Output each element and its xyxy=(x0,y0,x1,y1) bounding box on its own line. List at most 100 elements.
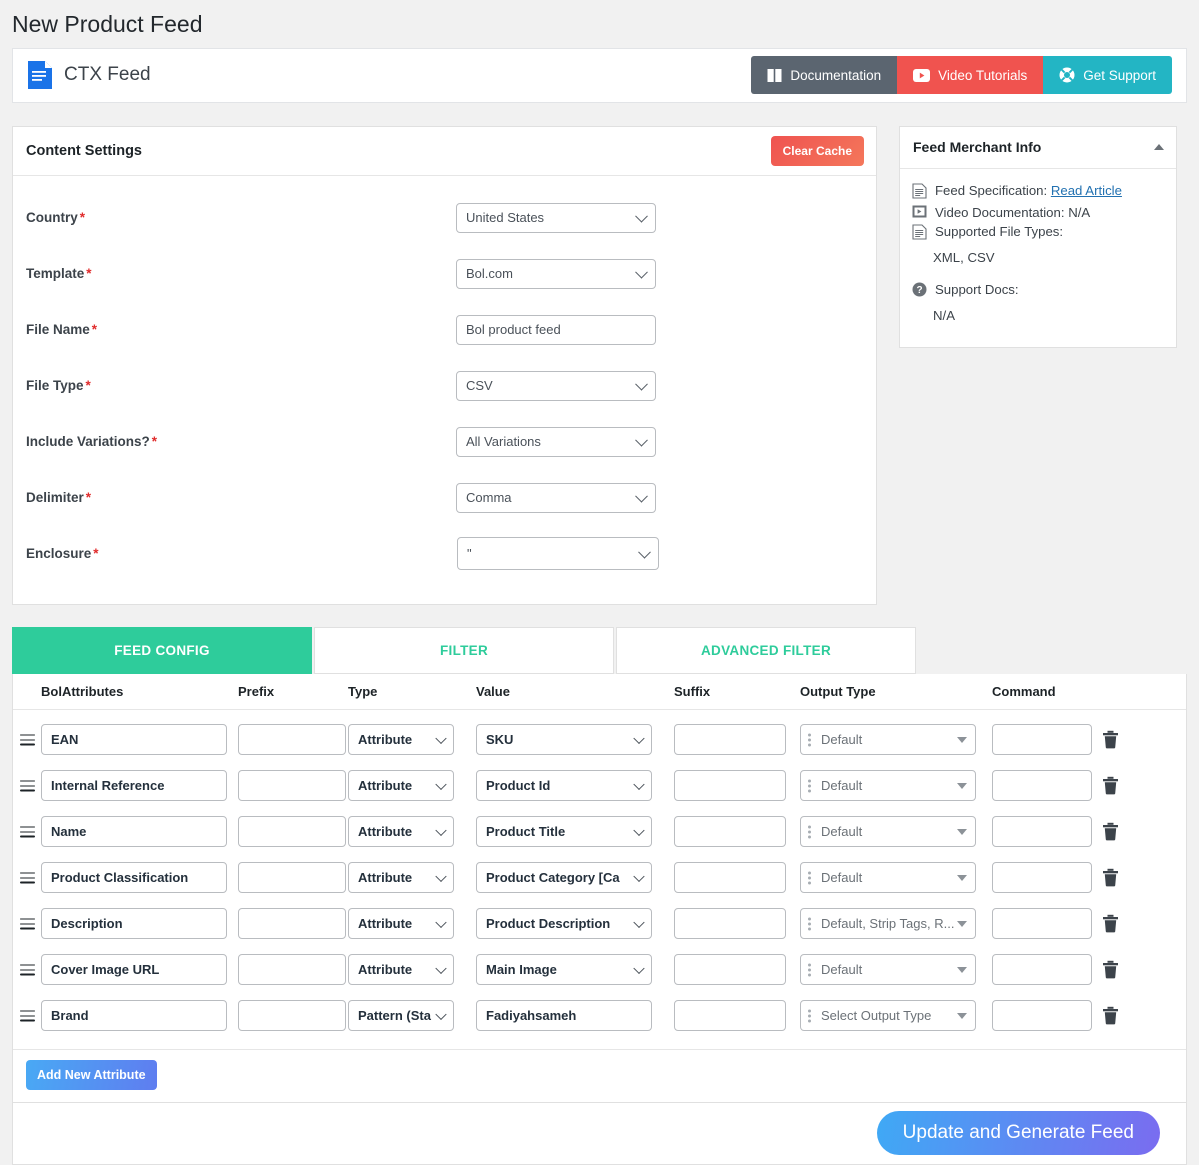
caret-down-icon xyxy=(957,874,967,881)
value-select[interactable]: Main Image xyxy=(476,954,652,986)
tab-bar: FEED CONFIG FILTER ADVANCED FILTER xyxy=(12,626,1187,674)
form-row-file-name: File Name * Bol product feed xyxy=(13,302,876,358)
form-row-country: Country * United States xyxy=(13,190,876,246)
file-name-value: Bol product feed xyxy=(466,322,561,338)
clear-cache-button[interactable]: Clear Cache xyxy=(770,135,864,166)
output-type-select[interactable]: Default xyxy=(800,770,976,802)
documentation-button[interactable]: Documentation xyxy=(751,56,898,95)
type-select[interactable]: Pattern (Sta xyxy=(348,1000,454,1032)
drag-handle-icon[interactable] xyxy=(20,964,35,976)
value-input[interactable]: Fadiyahsameh xyxy=(476,1000,652,1032)
suffix-input[interactable] xyxy=(674,816,786,848)
type-select[interactable]: Attribute xyxy=(348,862,454,894)
settings-area: Content Settings Clear Cache Country * Un… xyxy=(12,125,1187,605)
attribute-name-input[interactable]: Cover Image URL xyxy=(41,954,227,986)
include-variations-value: All Variations xyxy=(466,434,541,450)
video-tutorials-button[interactable]: Video Tutorials xyxy=(897,56,1044,95)
drag-handle-icon[interactable] xyxy=(20,872,35,884)
template-value: Bol.com xyxy=(466,266,513,282)
type-select[interactable]: Attribute xyxy=(348,770,454,802)
prefix-input[interactable] xyxy=(238,954,346,986)
feed-specification-text: Feed Specification: Read Article xyxy=(935,182,1122,198)
attribute-name-input[interactable]: Name xyxy=(41,816,227,848)
file-name-input[interactable]: Bol product feed xyxy=(456,314,656,345)
include-variations-select[interactable]: All Variations xyxy=(456,426,656,457)
suffix-input[interactable] xyxy=(674,1000,786,1032)
trash-icon[interactable] xyxy=(1102,960,1119,979)
update-and-generate-feed-button[interactable]: Update and Generate Feed xyxy=(876,1111,1160,1156)
value-select[interactable]: Product Description xyxy=(476,908,652,940)
value-select[interactable]: Product Category [Ca xyxy=(476,862,652,894)
file-type-select[interactable]: CSV xyxy=(456,370,656,401)
suffix-input[interactable] xyxy=(674,770,786,802)
tab-advanced-filter[interactable]: ADVANCED FILTER xyxy=(616,626,916,674)
output-type-select[interactable]: Default xyxy=(800,954,976,986)
drag-handle-icon[interactable] xyxy=(20,734,35,746)
template-select[interactable]: Bol.com xyxy=(456,258,656,289)
enclosure-select[interactable]: " xyxy=(457,537,659,571)
chevron-down-icon xyxy=(435,1008,447,1020)
attribute-name-input[interactable]: Description xyxy=(41,908,227,940)
tab-feed-config[interactable]: FEED CONFIG xyxy=(12,626,312,674)
value-select[interactable]: SKU xyxy=(476,724,652,756)
drag-handle-icon[interactable] xyxy=(20,918,35,930)
prefix-input[interactable] xyxy=(238,770,346,802)
trash-icon[interactable] xyxy=(1102,730,1119,749)
tab-filter[interactable]: FILTER xyxy=(314,626,614,674)
chevron-up-icon[interactable] xyxy=(1154,144,1164,151)
drag-handle-icon[interactable] xyxy=(20,780,35,792)
chevron-down-icon xyxy=(435,824,447,836)
trash-icon[interactable] xyxy=(1102,776,1119,795)
feed-merchant-info-header: Feed Merchant Info xyxy=(900,127,1176,169)
trash-icon[interactable] xyxy=(1102,914,1119,933)
drag-handle-icon[interactable] xyxy=(20,826,35,838)
attribute-name-input[interactable]: Brand xyxy=(41,1000,227,1032)
suffix-input[interactable] xyxy=(674,954,786,986)
trash-icon[interactable] xyxy=(1102,1006,1119,1025)
drag-dots-icon xyxy=(808,963,811,977)
country-select[interactable]: United States xyxy=(456,202,656,233)
delimiter-select[interactable]: Comma xyxy=(456,482,656,513)
prefix-input[interactable] xyxy=(238,1000,346,1032)
command-input[interactable] xyxy=(992,908,1092,940)
get-support-button[interactable]: Get Support xyxy=(1043,56,1172,95)
output-type-select[interactable]: Default xyxy=(800,724,976,756)
command-input[interactable] xyxy=(992,816,1092,848)
value-select[interactable]: Product Id xyxy=(476,770,652,802)
attribute-name-input[interactable]: Internal Reference xyxy=(41,770,227,802)
value-select[interactable]: Product Title xyxy=(476,816,652,848)
command-input[interactable] xyxy=(992,770,1092,802)
output-type-select[interactable]: Default xyxy=(800,862,976,894)
chevron-down-icon xyxy=(435,778,447,790)
prefix-input[interactable] xyxy=(238,724,346,756)
drag-handle-icon[interactable] xyxy=(20,1010,35,1022)
attribute-name-input[interactable]: EAN xyxy=(41,724,227,756)
suffix-input[interactable] xyxy=(674,908,786,940)
attribute-name-input[interactable]: Product Classification xyxy=(41,862,227,894)
suffix-input[interactable] xyxy=(674,862,786,894)
output-type-select[interactable]: Select Output Type xyxy=(800,1000,976,1032)
command-input[interactable] xyxy=(992,862,1092,894)
trash-icon[interactable] xyxy=(1102,822,1119,841)
command-input[interactable] xyxy=(992,954,1092,986)
prefix-input[interactable] xyxy=(238,862,346,894)
column-header-prefix: Prefix xyxy=(238,683,275,699)
chevron-down-icon xyxy=(635,265,648,279)
type-select[interactable]: Attribute xyxy=(348,816,454,848)
command-input[interactable] xyxy=(992,724,1092,756)
type-select[interactable]: Attribute xyxy=(348,724,454,756)
output-type-select[interactable]: Default, Strip Tags, R... xyxy=(800,908,976,940)
type-select[interactable]: Attribute xyxy=(348,954,454,986)
trash-icon[interactable] xyxy=(1102,868,1119,887)
command-input[interactable] xyxy=(992,1000,1092,1032)
form-row-enclosure: Enclosure * " xyxy=(13,526,876,582)
add-new-attribute-button[interactable]: Add New Attribute xyxy=(26,1059,157,1090)
read-article-link[interactable]: Read Article xyxy=(1051,183,1122,198)
type-select[interactable]: Attribute xyxy=(348,908,454,940)
output-type-select[interactable]: Default xyxy=(800,816,976,848)
suffix-input[interactable] xyxy=(674,724,786,756)
prefix-input[interactable] xyxy=(238,816,346,848)
chevron-down-icon xyxy=(635,209,648,223)
prefix-input[interactable] xyxy=(238,908,346,940)
chevron-down-icon xyxy=(633,916,645,928)
